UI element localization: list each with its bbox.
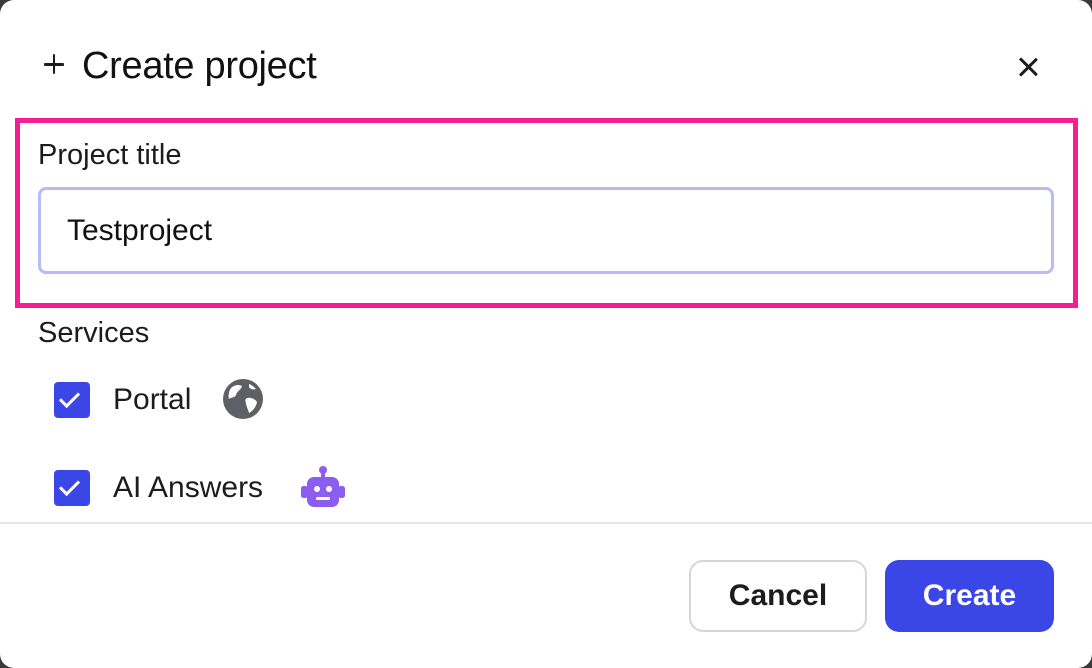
service-item-portal: Portal (54, 375, 454, 425)
close-icon (1018, 56, 1038, 76)
check-icon (58, 386, 81, 409)
close-button[interactable] (1008, 46, 1048, 86)
globe-icon (223, 379, 263, 419)
create-project-dialog: Create project Project title Services Po… (0, 0, 1092, 668)
check-icon (58, 474, 81, 497)
project-title-label: Project title (38, 139, 182, 171)
service-item-ai-answers: AI Answers (54, 463, 454, 513)
cancel-button[interactable]: Cancel (689, 560, 867, 632)
create-button[interactable]: Create (885, 560, 1054, 632)
dialog-header: Create project (0, 0, 1092, 120)
service-name-portal: Portal (113, 383, 192, 416)
robot-icon (301, 466, 345, 507)
footer-divider (0, 522, 1092, 524)
project-title-input[interactable] (38, 187, 1054, 274)
dialog-title: Create project (82, 45, 317, 87)
services-label: Services (38, 317, 150, 349)
service-name-ai-answers: AI Answers (113, 471, 264, 504)
ai-answers-checkbox[interactable] (54, 470, 90, 506)
plus-icon (42, 52, 66, 76)
portal-checkbox[interactable] (54, 382, 90, 418)
